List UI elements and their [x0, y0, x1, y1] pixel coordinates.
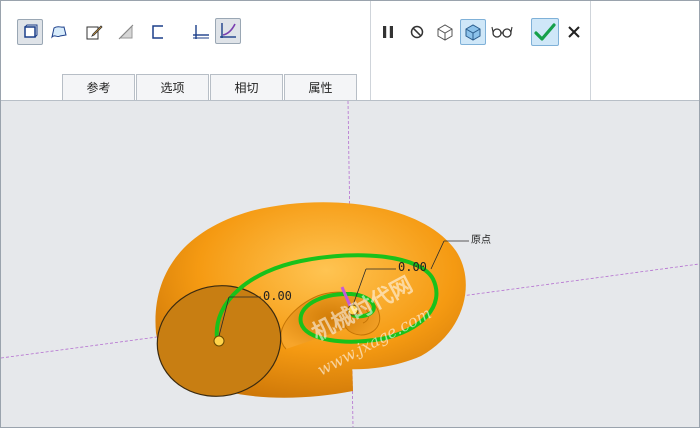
tab-references[interactable]: 参考 — [62, 74, 135, 100]
surface-icon — [51, 26, 67, 39]
graphics-window[interactable]: 0.00 0.00 原点 机械时代网 www.jxage.com — [1, 101, 699, 427]
attach-preview-icon — [437, 24, 453, 41]
dimension-outer[interactable]: 0.00 — [398, 260, 427, 274]
attach-preview-button[interactable] — [432, 19, 458, 45]
ribbon-separator — [370, 1, 371, 100]
pause-button[interactable] — [375, 19, 401, 45]
solid-button[interactable] — [17, 19, 43, 45]
ok-button[interactable] — [531, 18, 559, 46]
constant-section-icon — [193, 25, 209, 39]
tab-tangency[interactable]: 相切 — [210, 74, 283, 100]
check-icon — [534, 23, 556, 41]
sketch-button[interactable] — [81, 19, 107, 45]
tab-properties[interactable]: 属性 — [284, 74, 357, 100]
ribbon-separator-2 — [590, 1, 591, 100]
no-preview-icon — [410, 25, 424, 39]
start-point[interactable] — [213, 335, 225, 347]
variable-section-icon — [220, 23, 236, 38]
no-preview-button[interactable] — [404, 19, 430, 45]
surface-button[interactable] — [46, 19, 72, 45]
remove-material-button[interactable] — [113, 19, 139, 45]
dimension-left[interactable]: 0.00 — [263, 289, 292, 303]
thicken-icon — [152, 25, 163, 39]
detail-preview-button[interactable] — [460, 19, 486, 45]
pause-icon — [383, 26, 393, 38]
cancel-button[interactable] — [561, 19, 587, 45]
origin-label: 原点 — [471, 234, 491, 246]
model-view: 0.00 0.00 原点 机械时代网 www.jxage.com — [1, 101, 699, 427]
verify-button[interactable] — [489, 19, 515, 45]
variable-section-button[interactable] — [215, 18, 241, 44]
thicken-button[interactable] — [145, 19, 171, 45]
dashboard-tabs: 参考 选项 相切 属性 — [62, 74, 358, 100]
glasses-icon — [491, 26, 513, 38]
app-window: 参考 选项 相切 属性 0.00 0.00 原点 机械时代网 www.jxage… — [0, 0, 700, 428]
sweep-dashboard: 参考 选项 相切 属性 — [1, 1, 699, 101]
solid-cube-icon — [24, 24, 38, 38]
tab-options[interactable]: 选项 — [136, 74, 209, 100]
close-icon — [568, 26, 580, 38]
remove-material-icon — [118, 24, 134, 40]
detail-preview-icon — [465, 24, 481, 41]
constant-section-button[interactable] — [188, 19, 214, 45]
sketch-pencil-icon — [86, 25, 103, 40]
